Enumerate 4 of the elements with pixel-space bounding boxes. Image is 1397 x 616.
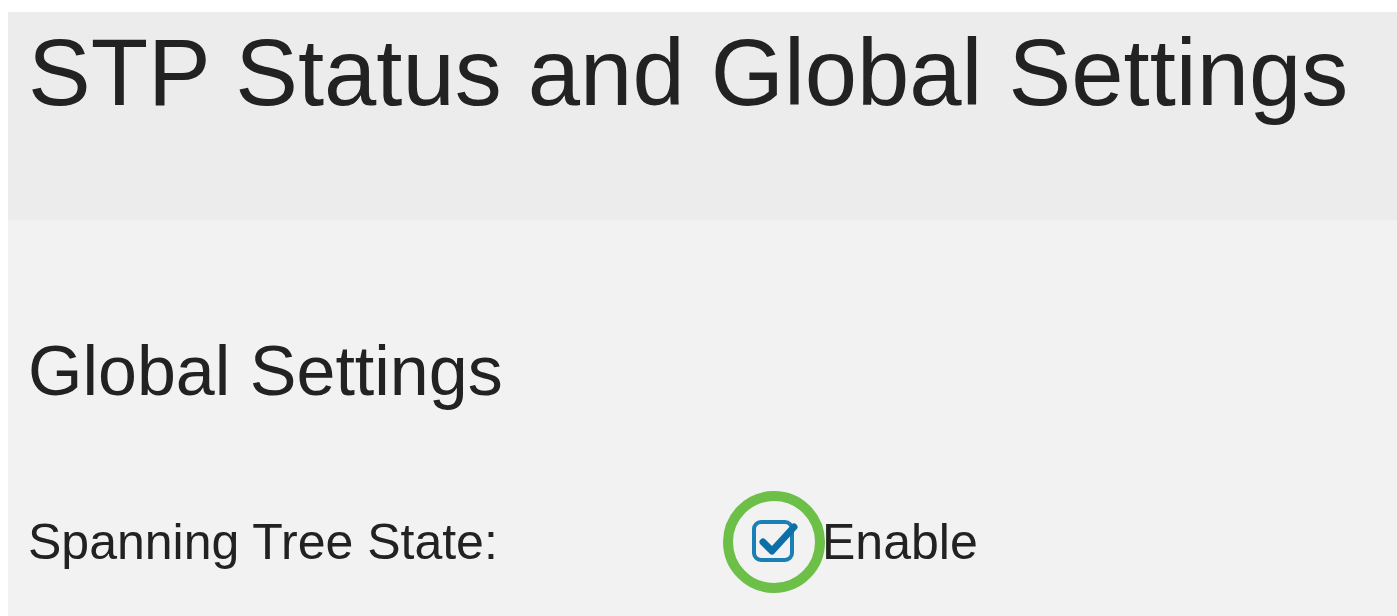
page-title: STP Status and Global Settings xyxy=(28,19,1350,127)
field-label: Spanning Tree State: xyxy=(28,512,499,572)
section-title: Global Settings xyxy=(28,331,504,412)
option-label: Enable xyxy=(822,512,978,572)
